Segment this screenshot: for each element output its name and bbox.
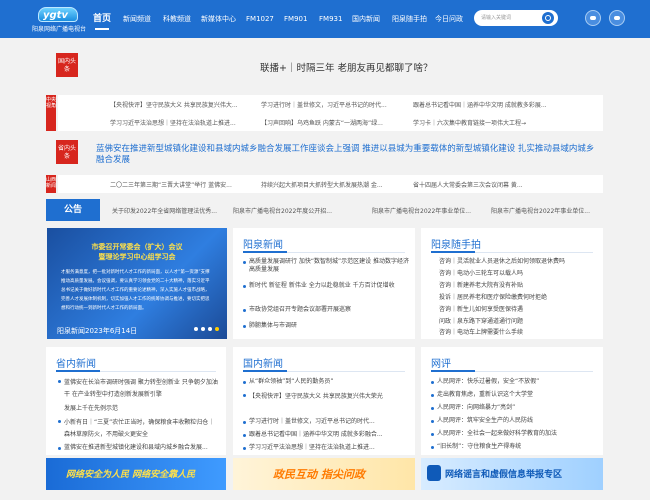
notice-label: 公告 (46, 199, 100, 221)
divider (431, 251, 593, 253)
slide-dot[interactable] (194, 327, 198, 331)
local-news-item[interactable]: 发展上千在先例示范 (64, 405, 118, 413)
panel-local-news: 省内新闻 蓝佛安在长治市调研时强调 聚力转型创新业 只争朝夕加油干 在产业转型中… (46, 347, 226, 455)
cctv-item-4[interactable]: 学习习近平法治思想｜坚持在法治轨道上推进... (110, 118, 236, 127)
panel-photo: 阳泉随手拍 咨询｜灵活就业人员退休之后如何领取退休费吗 咨询｜电动小三轮车可以载… (421, 228, 603, 339)
notice-item-2[interactable]: 阳泉市广播电视台2022年度公开招... (233, 206, 332, 215)
slide-caption[interactable]: 阳泉新闻2023年6月14日 (57, 326, 137, 336)
china-news-item[interactable]: 从“群众领袖”到“人民的勤务员” (242, 378, 333, 386)
notice-item-3[interactable]: 阳泉市广播电视台2022年事业单位... (372, 206, 471, 215)
panel-review-title[interactable]: 网评 (431, 355, 451, 370)
badge-province: 省内头条 (56, 140, 78, 164)
site-logo[interactable]: ygtv 阳泉网络广播电视台 (32, 7, 86, 33)
panel-local-news-title[interactable]: 省内新闻 (56, 355, 96, 370)
cctv-row: 【央视快评】坚守民族大义 共享民族复兴伟大... 学习进行时｜盖世修文，习近平总… (58, 95, 603, 131)
badge-national: 国内头条 (56, 53, 78, 77)
shanxi-item-1[interactable]: 二〇二三年第三期“三晋大讲堂”举行 蓝佛安... (110, 180, 232, 189)
photo-item[interactable]: 咨询｜电动小三轮车可以载人吗 (439, 270, 523, 278)
local-news-item[interactable]: 蓝佛安在推进新型城镇化建设和县域内城乡融合发展... (58, 444, 208, 452)
shanxi-item-3[interactable]: 省十四届人大常委会第三次会议闭幕 黄... (413, 180, 523, 189)
divider (243, 370, 405, 372)
cctv-item-1[interactable]: 【央视快评】坚守民族大义 共享民族复兴伟大... (110, 100, 238, 109)
weibo-icon[interactable] (585, 10, 601, 26)
logo-mark: ygtv (38, 7, 78, 22)
nav-fm931[interactable]: FM931 (319, 12, 342, 26)
banner-wenzheng[interactable]: 政民互动 指尖问政 (233, 458, 415, 490)
review-item[interactable]: 走出教育焦虑，重新认识这个大学堂 (430, 391, 533, 399)
banner-rumor-report-text: 网络谣言和虚假信息举报专区 (445, 470, 563, 480)
nav-newmedia[interactable]: 新媒体中心 (201, 12, 236, 26)
search-input[interactable]: 请输入关键词 (481, 14, 511, 21)
panel-china-news-title[interactable]: 国内新闻 (243, 355, 283, 370)
search-icon[interactable] (542, 12, 554, 24)
site-header: ygtv 阳泉网络广播电视台 首页 新闻频道 科教频道 新媒体中心 FM1027… (0, 0, 650, 38)
cctv-item-2[interactable]: 学习进行时｜盖世修文，习近平总书记的时代... (261, 100, 387, 109)
photo-item[interactable]: 问政｜泉东路下穿通道通行问题 (439, 318, 523, 326)
cctv-item-6[interactable]: 学习卡｜六次集中教育链接一项伟大工程→ (413, 118, 526, 127)
nav-photo[interactable]: 阳泉随手拍 (392, 12, 427, 26)
yq-news-item[interactable]: 肺腑集体与市调研 (242, 322, 297, 330)
review-item[interactable]: “旧长制”：守住粮食生产得寿统 (430, 443, 521, 451)
nav-news[interactable]: 新闻频道 (123, 12, 151, 26)
china-news-item[interactable]: 【央视快评】坚守民族大义 共享民族复兴伟大荣光 (243, 391, 409, 403)
nav-china-news[interactable]: 国内新闻 (352, 12, 380, 26)
slide-dot[interactable] (208, 327, 212, 331)
nav-fm901[interactable]: FM901 (284, 12, 307, 26)
banner-wenzheng-text: 政民互动 指尖问政 (273, 468, 365, 481)
nav-science[interactable]: 科教频道 (163, 12, 191, 26)
china-news-item[interactable]: 学习进行时｜盖世修文，习近平总书记的时代... (243, 418, 375, 426)
label-cctv: 中央视角 (46, 95, 56, 131)
headline-national-title[interactable]: 联播+｜时隔三年 老朋友再见都聊了啥？ (260, 60, 432, 74)
search-box[interactable]: 请输入关键词 (474, 10, 558, 26)
review-item[interactable]: 人民网评：全社会一起来做好科学教育的加法 (430, 430, 557, 438)
divider (56, 370, 216, 372)
divider (431, 370, 593, 372)
china-news-item[interactable]: 学习习近平法治思想｜坚持在法治轨道上推进... (243, 444, 375, 452)
shanxi-item-2[interactable]: 持续兴起大抓项目大抓转型大抓发展热潮 金... (261, 180, 383, 189)
slide-body: 才服务满意度，把一批对新时代人才工作的新局面，以人才“第一资源”支撑推动高质量发… (61, 270, 210, 311)
slide-title-1: 市委召开常委会（扩大）会议 (91, 243, 183, 251)
shanxi-row: 二〇二三年第三期“三晋大讲堂”举行 蓝佛安... 持续兴起大抓项目大抓转型大抓发… (58, 175, 603, 193)
notice-item-1[interactable]: 关于印发2022年全省网络管理法优秀... (112, 206, 217, 215)
headline-province-title[interactable]: 蓝佛安在推进新型城镇化建设和县域内城乡融合发展工作座谈会上强调 推进以县城为重要… (96, 144, 596, 166)
panel-review: 网评 人民网评：快乐过暑假，安全“不放假” 走出教育焦虑，重新认识这个大学堂 人… (421, 347, 603, 455)
banner-net-security[interactable]: 网络安全为人民 网络安全靠人民 (46, 458, 226, 490)
review-item[interactable]: 人民网评：筑牢安全生产的人民防线 (430, 417, 533, 425)
banner-rumor-report[interactable]: 网络谣言和虚假信息举报专区 (421, 458, 603, 490)
photo-item[interactable]: 咨询｜新生儿如何享受医保待遇 (439, 306, 523, 314)
nav-fm1027[interactable]: FM1027 (246, 12, 274, 26)
shield-icon (427, 465, 441, 481)
cctv-item-3[interactable]: 跟着总书记看中国｜涵养中华文明 成就教多彩展... (413, 100, 547, 109)
review-item[interactable]: 人民网评：向网络暴力“亮剑” (430, 404, 515, 412)
slide-dot[interactable] (201, 327, 205, 331)
news-slideshow[interactable]: 市委召开常委会（扩大）会议 暨理论学习中心组学习会 才服务满意度，把一批对新时代… (47, 228, 227, 339)
panel-photo-title[interactable]: 阳泉随手拍 (431, 236, 481, 251)
panel-yq-news-title[interactable]: 阳泉新闻 (243, 236, 283, 251)
logo-subtitle: 阳泉网络广播电视台 (32, 26, 87, 33)
photo-item[interactable]: 咨询｜灵活就业人员退休之后如何领取退休费吗 (439, 258, 565, 266)
yq-news-item[interactable]: 高质量发展调研行 加快“数智制城”示范区建设 推动数字经济高质量发展 (243, 258, 411, 274)
review-item[interactable]: 人民网评：快乐过暑假，安全“不放假” (430, 378, 539, 386)
slide-dots (191, 325, 219, 333)
local-news-item[interactable]: 蓝佛安在长治市调研时强调 聚力转型创新业 只争朝夕加油干 在产业转型中打造创新发… (58, 377, 220, 401)
photo-item[interactable]: 投诉｜居民养老和医疗保险缴费何时拒绝 (439, 294, 547, 302)
nav-wenzheng[interactable]: 今日问政 (435, 12, 463, 26)
yq-news-item[interactable]: 市政协党组召开专题会议部署开展巡察 (242, 306, 351, 314)
panel-china-news: 国内新闻 从“群众领袖”到“人民的勤务员” 【央视快评】坚守民族大义 共享民族复… (233, 347, 415, 455)
wechat-icon[interactable] (609, 10, 625, 26)
slide-dot-active[interactable] (215, 327, 219, 331)
photo-item[interactable]: 咨询｜电动车上牌需要什么手续 (439, 329, 523, 337)
notice-item-4[interactable]: 阳泉市广播电视台2022年事业单位... (491, 206, 590, 215)
banner-net-security-text: 网络安全为人民 网络安全靠人民 (66, 470, 196, 480)
cctv-item-5[interactable]: 【习声回响】乌鸡鱼跃 内蒙古“一湖两海”绿... (261, 118, 383, 127)
slide-title-2: 暨理论学习中心组学习会 (98, 253, 176, 261)
local-news-item[interactable]: 小新有日｜“三夏”农忙正当时，确保粮食丰收颗粒归仓｜森林草原防火，不用破火更安全 (58, 417, 220, 441)
nav-home[interactable]: 首页 (93, 12, 111, 30)
divider (243, 251, 405, 253)
label-shanxi: 山西新闻 (46, 175, 56, 193)
photo-item[interactable]: 咨询｜新建养老大院有没有补贴 (439, 282, 523, 290)
yq-news-item[interactable]: 新时代 新征程 新伟业 全力以赴稳就业 千方百计促增收 (243, 282, 411, 290)
panel-yq-news: 阳泉新闻 高质量发展调研行 加快“数智制城”示范区建设 推动数字经济高质量发展 … (233, 228, 415, 339)
china-news-item[interactable]: 跟着总书记看中国｜涵养中华文明 成就多彩融合... (243, 431, 383, 439)
